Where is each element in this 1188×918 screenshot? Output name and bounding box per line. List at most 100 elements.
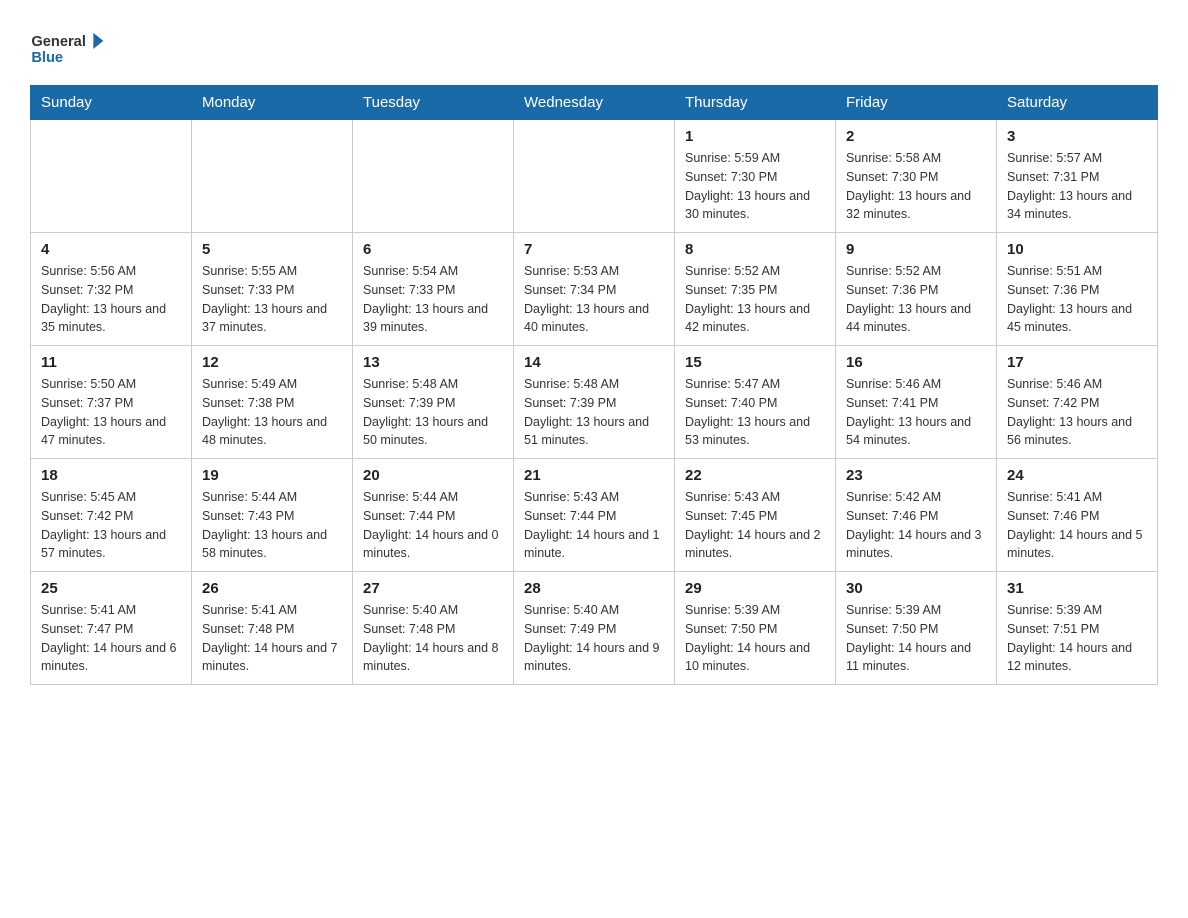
calendar-cell: 3Sunrise: 5:57 AMSunset: 7:31 PMDaylight…: [997, 120, 1158, 233]
calendar-cell: 26 Sunrise: 5:41 AMSunset: 7:48 PMDayligh…: [192, 572, 353, 685]
day-info: Sunrise: 5:41 AMSunset: 7:47 PMDaylight:…: [41, 601, 181, 676]
day-info: Sunrise: 5:53 AMSunset: 7:34 PMDaylight:…: [524, 262, 664, 337]
calendar-cell: 5 Sunrise: 5:55 AMSunset: 7:33 PMDaylight…: [192, 233, 353, 346]
calendar-cell: 10 Sunrise: 5:51 AMSunset: 7:36 PMDayligh…: [997, 233, 1158, 346]
day-number: 28: [524, 580, 664, 597]
calendar-cell: 12Sunrise: 5:49 AMSunset: 7:38 PMDayligh…: [192, 346, 353, 459]
logo[interactable]: General Blue: [30, 20, 110, 75]
day-number: 3: [1007, 128, 1147, 145]
day-number: 6: [363, 241, 503, 258]
calendar-cell: [192, 120, 353, 233]
calendar-cell: 27Sunrise: 5:40 AMSunset: 7:48 PMDayligh…: [353, 572, 514, 685]
svg-text:General: General: [31, 34, 86, 50]
calendar-cell: 30 Sunrise: 5:39 AMSunset: 7:50 PMDayligh…: [836, 572, 997, 685]
calendar-cell: 11Sunrise: 5:50 AMSunset: 7:37 PMDayligh…: [31, 346, 192, 459]
calendar-cell: 14 Sunrise: 5:48 AMSunset: 7:39 PMDayligh…: [514, 346, 675, 459]
day-info: Sunrise: 5:39 AMSunset: 7:50 PMDaylight:…: [685, 601, 825, 676]
weekday-header-saturday: Saturday: [997, 86, 1158, 120]
day-number: 18: [41, 467, 181, 484]
day-info: Sunrise: 5:39 AMSunset: 7:50 PMDaylight:…: [846, 601, 986, 676]
calendar-cell: 6 Sunrise: 5:54 AMSunset: 7:33 PMDaylight…: [353, 233, 514, 346]
day-info: Sunrise: 5:45 AMSunset: 7:42 PMDaylight:…: [41, 488, 181, 563]
day-info: Sunrise: 5:43 AMSunset: 7:44 PMDaylight:…: [524, 488, 664, 563]
calendar-table: SundayMondayTuesdayWednesdayThursdayFrid…: [30, 85, 1158, 685]
calendar-cell: 24 Sunrise: 5:41 AMSunset: 7:46 PMDayligh…: [997, 459, 1158, 572]
day-info: Sunrise: 5:59 AMSunset: 7:30 PMDaylight:…: [685, 149, 825, 224]
day-info: Sunrise: 5:41 AMSunset: 7:46 PMDaylight:…: [1007, 488, 1147, 563]
day-number: 27: [363, 580, 503, 597]
day-info: Sunrise: 5:42 AMSunset: 7:46 PMDaylight:…: [846, 488, 986, 563]
calendar-cell: 8 Sunrise: 5:52 AMSunset: 7:35 PMDaylight…: [675, 233, 836, 346]
weekday-header-friday: Friday: [836, 86, 997, 120]
day-number: 22: [685, 467, 825, 484]
day-info: Sunrise: 5:51 AMSunset: 7:36 PMDaylight:…: [1007, 262, 1147, 337]
calendar-cell: 9 Sunrise: 5:52 AMSunset: 7:36 PMDaylight…: [836, 233, 997, 346]
day-info: Sunrise: 5:44 AMSunset: 7:44 PMDaylight:…: [363, 488, 503, 563]
day-info: Sunrise: 5:54 AMSunset: 7:33 PMDaylight:…: [363, 262, 503, 337]
calendar-week-5: 25 Sunrise: 5:41 AMSunset: 7:47 PMDayligh…: [31, 572, 1158, 685]
day-number: 21: [524, 467, 664, 484]
calendar-cell: 23 Sunrise: 5:42 AMSunset: 7:46 PMDayligh…: [836, 459, 997, 572]
day-number: 19: [202, 467, 342, 484]
calendar-cell: 20 Sunrise: 5:44 AMSunset: 7:44 PMDayligh…: [353, 459, 514, 572]
calendar-cell: [31, 120, 192, 233]
weekday-header-sunday: Sunday: [31, 86, 192, 120]
day-info: Sunrise: 5:58 AMSunset: 7:30 PMDaylight:…: [846, 149, 986, 224]
day-info: Sunrise: 5:55 AMSunset: 7:33 PMDaylight:…: [202, 262, 342, 337]
day-number: 26: [202, 580, 342, 597]
calendar-week-2: 4Sunrise: 5:56 AMSunset: 7:32 PMDaylight…: [31, 233, 1158, 346]
day-number: 9: [846, 241, 986, 258]
day-number: 7: [524, 241, 664, 258]
calendar-cell: 19Sunrise: 5:44 AMSunset: 7:43 PMDayligh…: [192, 459, 353, 572]
day-info: Sunrise: 5:39 AMSunset: 7:51 PMDaylight:…: [1007, 601, 1147, 676]
day-number: 8: [685, 241, 825, 258]
day-number: 10: [1007, 241, 1147, 258]
calendar-cell: 17 Sunrise: 5:46 AMSunset: 7:42 PMDayligh…: [997, 346, 1158, 459]
calendar-cell: 21 Sunrise: 5:43 AMSunset: 7:44 PMDayligh…: [514, 459, 675, 572]
day-info: Sunrise: 5:52 AMSunset: 7:35 PMDaylight:…: [685, 262, 825, 337]
calendar-cell: [353, 120, 514, 233]
logo-svg: General Blue: [30, 20, 110, 75]
day-number: 5: [202, 241, 342, 258]
day-number: 16: [846, 354, 986, 371]
page-header: General Blue: [30, 20, 1158, 75]
day-number: 23: [846, 467, 986, 484]
calendar-cell: 28 Sunrise: 5:40 AMSunset: 7:49 PMDayligh…: [514, 572, 675, 685]
calendar-week-4: 18 Sunrise: 5:45 AMSunset: 7:42 PMDayligh…: [31, 459, 1158, 572]
day-number: 15: [685, 354, 825, 371]
day-info: Sunrise: 5:47 AMSunset: 7:40 PMDaylight:…: [685, 375, 825, 450]
weekday-header-wednesday: Wednesday: [514, 86, 675, 120]
day-info: Sunrise: 5:46 AMSunset: 7:41 PMDaylight:…: [846, 375, 986, 450]
day-number: 4: [41, 241, 181, 258]
day-info: Sunrise: 5:50 AMSunset: 7:37 PMDaylight:…: [41, 375, 181, 450]
day-number: 24: [1007, 467, 1147, 484]
day-info: Sunrise: 5:52 AMSunset: 7:36 PMDaylight:…: [846, 262, 986, 337]
day-info: Sunrise: 5:48 AMSunset: 7:39 PMDaylight:…: [524, 375, 664, 450]
day-number: 31: [1007, 580, 1147, 597]
calendar-cell: 15 Sunrise: 5:47 AMSunset: 7:40 PMDayligh…: [675, 346, 836, 459]
weekday-header-monday: Monday: [192, 86, 353, 120]
calendar-header-row: SundayMondayTuesdayWednesdayThursdayFrid…: [31, 86, 1158, 120]
calendar-cell: 16 Sunrise: 5:46 AMSunset: 7:41 PMDayligh…: [836, 346, 997, 459]
day-info: Sunrise: 5:43 AMSunset: 7:45 PMDaylight:…: [685, 488, 825, 563]
day-number: 20: [363, 467, 503, 484]
day-info: Sunrise: 5:46 AMSunset: 7:42 PMDaylight:…: [1007, 375, 1147, 450]
calendar-cell: 2 Sunrise: 5:58 AMSunset: 7:30 PMDaylight…: [836, 120, 997, 233]
calendar-cell: 29 Sunrise: 5:39 AMSunset: 7:50 PMDayligh…: [675, 572, 836, 685]
day-info: Sunrise: 5:41 AMSunset: 7:48 PMDaylight:…: [202, 601, 342, 676]
calendar-cell: 31 Sunrise: 5:39 AMSunset: 7:51 PMDayligh…: [997, 572, 1158, 685]
calendar-cell: 25 Sunrise: 5:41 AMSunset: 7:47 PMDayligh…: [31, 572, 192, 685]
day-number: 25: [41, 580, 181, 597]
day-info: Sunrise: 5:48 AMSunset: 7:39 PMDaylight:…: [363, 375, 503, 450]
day-number: 2: [846, 128, 986, 145]
day-number: 17: [1007, 354, 1147, 371]
day-number: 29: [685, 580, 825, 597]
svg-text:Blue: Blue: [31, 50, 63, 66]
day-info: Sunrise: 5:40 AMSunset: 7:49 PMDaylight:…: [524, 601, 664, 676]
day-number: 13: [363, 354, 503, 371]
day-number: 30: [846, 580, 986, 597]
weekday-header-tuesday: Tuesday: [353, 86, 514, 120]
calendar-cell: 22 Sunrise: 5:43 AMSunset: 7:45 PMDayligh…: [675, 459, 836, 572]
calendar-week-3: 11Sunrise: 5:50 AMSunset: 7:37 PMDayligh…: [31, 346, 1158, 459]
day-number: 14: [524, 354, 664, 371]
